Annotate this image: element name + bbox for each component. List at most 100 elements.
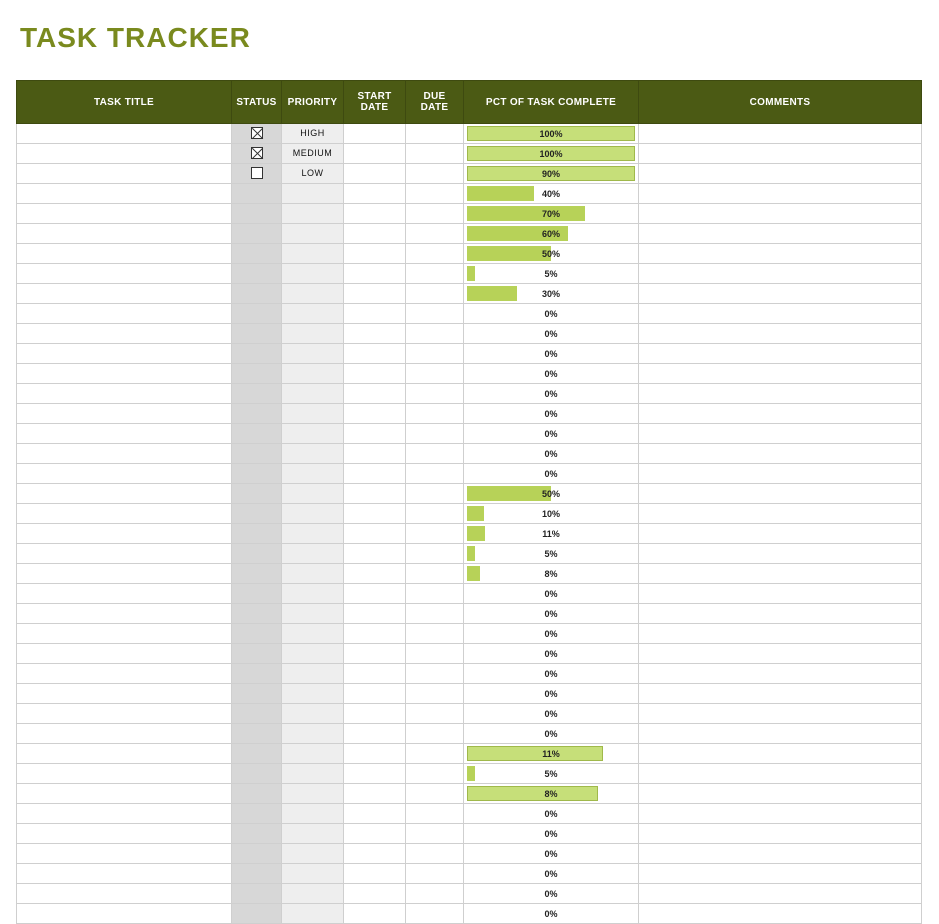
comments-cell[interactable] [639,484,922,504]
pct-cell[interactable]: 0% [464,844,639,864]
due-date-cell[interactable] [406,564,464,584]
priority-cell[interactable]: HIGH [282,124,344,144]
due-date-cell[interactable] [406,264,464,284]
task-title-cell[interactable] [17,684,232,704]
priority-cell[interactable] [282,244,344,264]
priority-cell[interactable] [282,624,344,644]
comments-cell[interactable] [639,844,922,864]
status-cell[interactable] [232,764,282,784]
start-date-cell[interactable] [344,124,406,144]
pct-cell[interactable]: 0% [464,464,639,484]
priority-cell[interactable] [282,444,344,464]
due-date-cell[interactable] [406,804,464,824]
priority-cell[interactable] [282,384,344,404]
status-cell[interactable] [232,524,282,544]
comments-cell[interactable] [639,544,922,564]
start-date-cell[interactable] [344,344,406,364]
task-title-cell[interactable] [17,844,232,864]
comments-cell[interactable] [639,564,922,584]
pct-cell[interactable]: 0% [464,804,639,824]
comments-cell[interactable] [639,244,922,264]
due-date-cell[interactable] [406,584,464,604]
pct-cell[interactable]: 70% [464,204,639,224]
start-date-cell[interactable] [344,324,406,344]
priority-cell[interactable] [282,884,344,904]
priority-cell[interactable] [282,504,344,524]
status-cell[interactable] [232,144,282,164]
pct-cell[interactable]: 0% [464,404,639,424]
status-cell[interactable] [232,864,282,884]
priority-cell[interactable] [282,664,344,684]
task-title-cell[interactable] [17,744,232,764]
task-title-cell[interactable] [17,824,232,844]
pct-cell[interactable]: 11% [464,524,639,544]
priority-cell[interactable] [282,184,344,204]
due-date-cell[interactable] [406,884,464,904]
task-title-cell[interactable] [17,404,232,424]
status-cell[interactable] [232,824,282,844]
pct-cell[interactable]: 0% [464,444,639,464]
status-cell[interactable] [232,604,282,624]
due-date-cell[interactable] [406,244,464,264]
start-date-cell[interactable] [344,384,406,404]
comments-cell[interactable] [639,584,922,604]
status-cell[interactable] [232,224,282,244]
priority-cell[interactable] [282,564,344,584]
status-cell[interactable] [232,264,282,284]
comments-cell[interactable] [639,504,922,524]
task-title-cell[interactable] [17,264,232,284]
start-date-cell[interactable] [344,164,406,184]
due-date-cell[interactable] [406,304,464,324]
start-date-cell[interactable] [344,704,406,724]
priority-cell[interactable] [282,704,344,724]
start-date-cell[interactable] [344,664,406,684]
due-date-cell[interactable] [406,684,464,704]
pct-cell[interactable]: 8% [464,784,639,804]
start-date-cell[interactable] [344,484,406,504]
priority-cell[interactable]: LOW [282,164,344,184]
comments-cell[interactable] [639,384,922,404]
start-date-cell[interactable] [344,144,406,164]
status-cell[interactable] [232,484,282,504]
due-date-cell[interactable] [406,404,464,424]
start-date-cell[interactable] [344,624,406,644]
status-cell[interactable] [232,564,282,584]
due-date-cell[interactable] [406,764,464,784]
status-cell[interactable] [232,704,282,724]
start-date-cell[interactable] [344,244,406,264]
start-date-cell[interactable] [344,524,406,544]
comments-cell[interactable] [639,284,922,304]
due-date-cell[interactable] [406,524,464,544]
task-title-cell[interactable] [17,764,232,784]
comments-cell[interactable] [639,664,922,684]
start-date-cell[interactable] [344,684,406,704]
task-title-cell[interactable] [17,464,232,484]
comments-cell[interactable] [639,704,922,724]
start-date-cell[interactable] [344,404,406,424]
task-title-cell[interactable] [17,644,232,664]
task-title-cell[interactable] [17,224,232,244]
status-cell[interactable] [232,244,282,264]
start-date-cell[interactable] [344,824,406,844]
pct-cell[interactable]: 0% [464,424,639,444]
pct-cell[interactable]: 8% [464,564,639,584]
task-title-cell[interactable] [17,284,232,304]
priority-cell[interactable] [282,424,344,444]
priority-cell[interactable] [282,344,344,364]
status-cell[interactable] [232,284,282,304]
task-title-cell[interactable] [17,124,232,144]
start-date-cell[interactable] [344,364,406,384]
status-cell[interactable] [232,384,282,404]
status-cell[interactable] [232,624,282,644]
due-date-cell[interactable] [406,624,464,644]
priority-cell[interactable] [282,744,344,764]
due-date-cell[interactable] [406,824,464,844]
priority-cell[interactable] [282,684,344,704]
pct-cell[interactable]: 0% [464,684,639,704]
status-cell[interactable] [232,844,282,864]
status-cell[interactable] [232,744,282,764]
start-date-cell[interactable] [344,184,406,204]
task-title-cell[interactable] [17,804,232,824]
comments-cell[interactable] [639,324,922,344]
task-title-cell[interactable] [17,344,232,364]
